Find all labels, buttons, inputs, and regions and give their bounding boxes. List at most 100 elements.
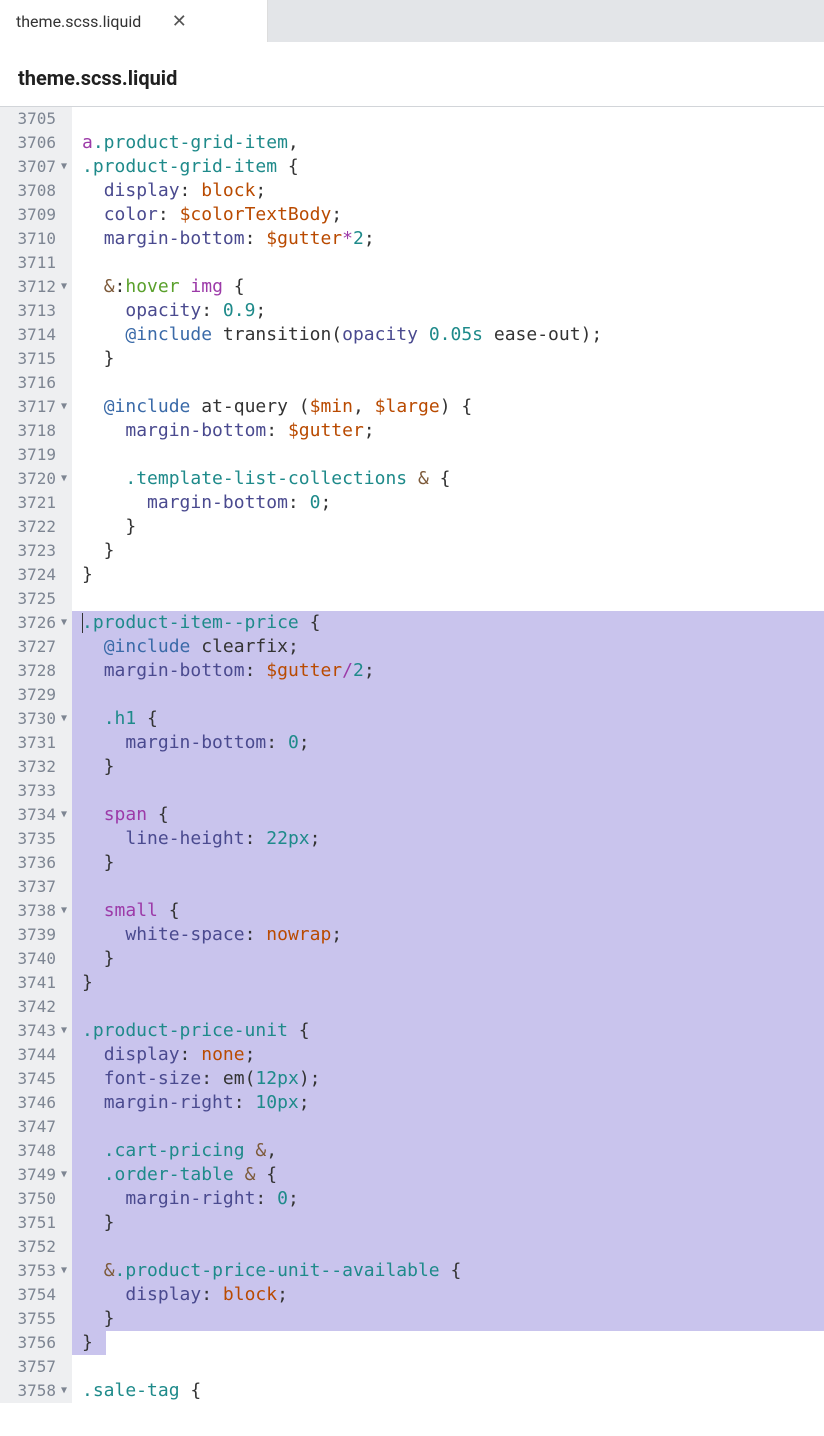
code-line[interactable]: opacity: 0.9; [82,299,824,323]
code-line[interactable]: .sale-tag { [82,1379,824,1403]
code-line[interactable]: .h1 { [82,707,824,731]
code-line[interactable]: } [82,851,824,875]
line-number: 3712▼ [0,275,72,299]
code-line[interactable]: white-space: nowrap; [82,923,824,947]
fold-icon[interactable]: ▼ [58,155,70,179]
file-tab[interactable]: theme.scss.liquid ✕ [0,0,268,42]
code-line[interactable] [82,995,824,1019]
code-line[interactable]: small { [82,899,824,923]
line-number: 3745 [0,1067,72,1091]
code-line[interactable]: @include clearfix; [82,635,824,659]
fold-icon[interactable]: ▼ [58,1379,70,1403]
fold-icon[interactable]: ▼ [58,1259,70,1283]
code-line[interactable]: .template-list-collections & { [82,467,824,491]
fold-icon[interactable]: ▼ [58,899,70,923]
code-line[interactable]: margin-bottom: $gutter; [82,419,824,443]
line-number: 3756 [0,1331,72,1355]
fold-icon[interactable]: ▼ [58,803,70,827]
line-number: 3711 [0,251,72,275]
line-number: 3741 [0,971,72,995]
close-icon[interactable]: ✕ [169,11,189,31]
line-number: 3727 [0,635,72,659]
line-number: 3752 [0,1235,72,1259]
code-line[interactable] [82,251,824,275]
code-line[interactable]: } [82,515,824,539]
code-line[interactable] [82,443,824,467]
code-line[interactable] [82,1235,824,1259]
code-line[interactable] [82,683,824,707]
code-line[interactable]: a.product-grid-item, [82,131,824,155]
code-line[interactable] [82,779,824,803]
line-number: 3710 [0,227,72,251]
fold-icon[interactable]: ▼ [58,707,70,731]
code-line[interactable]: } [82,1331,824,1355]
code-line[interactable]: @include at-query ($min, $large) { [82,395,824,419]
code-line[interactable]: margin-bottom: 0; [82,491,824,515]
line-number: 3721 [0,491,72,515]
line-number: 3719 [0,443,72,467]
line-number: 3716 [0,371,72,395]
code-line[interactable]: .product-grid-item { [82,155,824,179]
line-number-gutter: 370537063707▼37083709371037113712▼371337… [0,107,72,1403]
line-number: 3742 [0,995,72,1019]
line-number: 3715 [0,347,72,371]
line-number: 3733 [0,779,72,803]
code-line[interactable]: .product-price-unit { [82,1019,824,1043]
code-line[interactable]: } [82,755,824,779]
code-line[interactable]: margin-bottom: $gutter*2; [82,227,824,251]
line-number: 3738▼ [0,899,72,923]
code-line[interactable]: line-height: 22px; [82,827,824,851]
code-line[interactable]: margin-bottom: $gutter/2; [82,659,824,683]
code-line[interactable]: font-size: em(12px); [82,1067,824,1091]
line-number: 3744 [0,1043,72,1067]
code-line[interactable]: span { [82,803,824,827]
line-number: 3731 [0,731,72,755]
file-header: theme.scss.liquid [0,42,824,107]
code-line[interactable]: display: block; [82,1283,824,1307]
line-number: 3707▼ [0,155,72,179]
code-line[interactable] [82,1355,824,1379]
code-line[interactable]: color: $colorTextBody; [82,203,824,227]
code-content[interactable]: a.product-grid-item,.product-grid-item {… [72,107,824,1403]
code-line[interactable] [82,875,824,899]
code-editor[interactable]: 370537063707▼37083709371037113712▼371337… [0,107,824,1403]
code-line[interactable] [82,371,824,395]
code-line[interactable]: } [82,1307,824,1331]
line-number: 3739 [0,923,72,947]
code-line[interactable]: .cart-pricing &, [82,1139,824,1163]
fold-icon[interactable]: ▼ [58,275,70,299]
code-line[interactable]: } [82,347,824,371]
code-line[interactable]: } [82,539,824,563]
fold-icon[interactable]: ▼ [58,1163,70,1187]
code-line[interactable]: margin-right: 10px; [82,1091,824,1115]
line-number: 3735 [0,827,72,851]
code-line[interactable]: display: block; [82,179,824,203]
line-number: 3751 [0,1211,72,1235]
code-line[interactable]: @include transition(opacity 0.05s ease-o… [82,323,824,347]
line-number: 3728 [0,659,72,683]
fold-icon[interactable]: ▼ [58,395,70,419]
code-line[interactable]: } [82,947,824,971]
line-number: 3750 [0,1187,72,1211]
line-number: 3737 [0,875,72,899]
code-line[interactable]: margin-bottom: 0; [82,731,824,755]
code-line[interactable] [82,587,824,611]
line-number: 3740 [0,947,72,971]
line-number: 3725 [0,587,72,611]
code-line[interactable]: } [82,563,824,587]
fold-icon[interactable]: ▼ [58,467,70,491]
code-line[interactable]: } [82,971,824,995]
fold-icon[interactable]: ▼ [58,611,70,635]
code-line[interactable]: &:hover img { [82,275,824,299]
code-line[interactable]: } [82,1211,824,1235]
code-line[interactable]: margin-right: 0; [82,1187,824,1211]
code-line[interactable]: display: none; [82,1043,824,1067]
code-line[interactable]: .product-item--price { [82,611,824,635]
code-line[interactable]: &.product-price-unit--available { [82,1259,824,1283]
code-line[interactable] [82,107,824,131]
line-number: 3754 [0,1283,72,1307]
code-line[interactable] [82,1115,824,1139]
fold-icon[interactable]: ▼ [58,1019,70,1043]
code-line[interactable]: .order-table & { [82,1163,824,1187]
line-number: 3729 [0,683,72,707]
